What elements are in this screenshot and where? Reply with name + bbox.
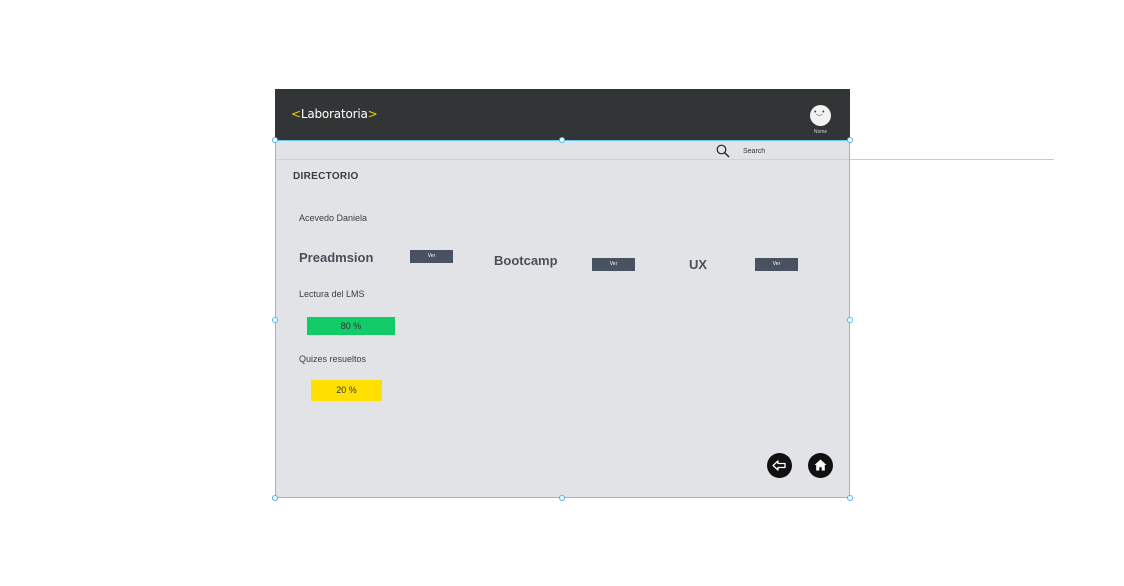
search-bar-divider — [276, 159, 849, 160]
logo-bracket-close: > — [367, 107, 378, 121]
logo-text: Laboratoria — [300, 107, 368, 121]
page-title: DIRECTORIO — [293, 171, 359, 182]
home-icon — [814, 459, 827, 471]
home-button[interactable] — [808, 453, 833, 478]
selection-handle[interactable] — [559, 495, 565, 501]
avatar-label: Nome — [813, 129, 828, 135]
selection-handle[interactable] — [272, 137, 278, 143]
avatar-face-icon: •‿• — [814, 109, 825, 116]
stage-preadmision-label: Preadmsion — [299, 250, 374, 265]
laboratoria-logo[interactable]: <Laboratoria> — [291, 107, 378, 121]
selection-handle[interactable] — [847, 137, 853, 143]
back-arrow-icon — [772, 460, 786, 471]
ver-ux-button[interactable]: Ver — [755, 258, 798, 271]
stage-ux-label: UX — [689, 257, 708, 272]
ver-bootcamp-button[interactable]: Ver — [592, 258, 635, 271]
logo-bracket-open: < — [291, 107, 301, 121]
ver-preadmision-button[interactable]: Ver — [410, 250, 453, 263]
back-button[interactable] — [767, 453, 792, 478]
selection-handle[interactable] — [847, 495, 853, 501]
selection-handle[interactable] — [272, 495, 278, 501]
student-name: Acevedo Daniela — [299, 213, 368, 223]
app-header: <Laboratoria> •‿• Nome — [275, 89, 850, 140]
selection-handle[interactable] — [847, 317, 853, 323]
selection-handle[interactable] — [559, 137, 565, 143]
directory-panel: DIRECTORIO Acevedo Daniela Preadmsion Ve… — [275, 140, 850, 498]
lms-label: Lectura del LMS — [299, 289, 365, 299]
search-icon[interactable] — [716, 144, 730, 158]
selection-handle[interactable] — [272, 317, 278, 323]
avatar[interactable]: •‿• — [810, 105, 831, 126]
stage-bootcamp-label: Bootcamp — [494, 253, 558, 268]
quiz-label: Quizes resueltos — [299, 354, 367, 364]
search-input[interactable] — [738, 144, 846, 158]
lms-progress-badge: 80 % — [307, 317, 395, 335]
quiz-progress-badge: 20 % — [311, 380, 382, 401]
